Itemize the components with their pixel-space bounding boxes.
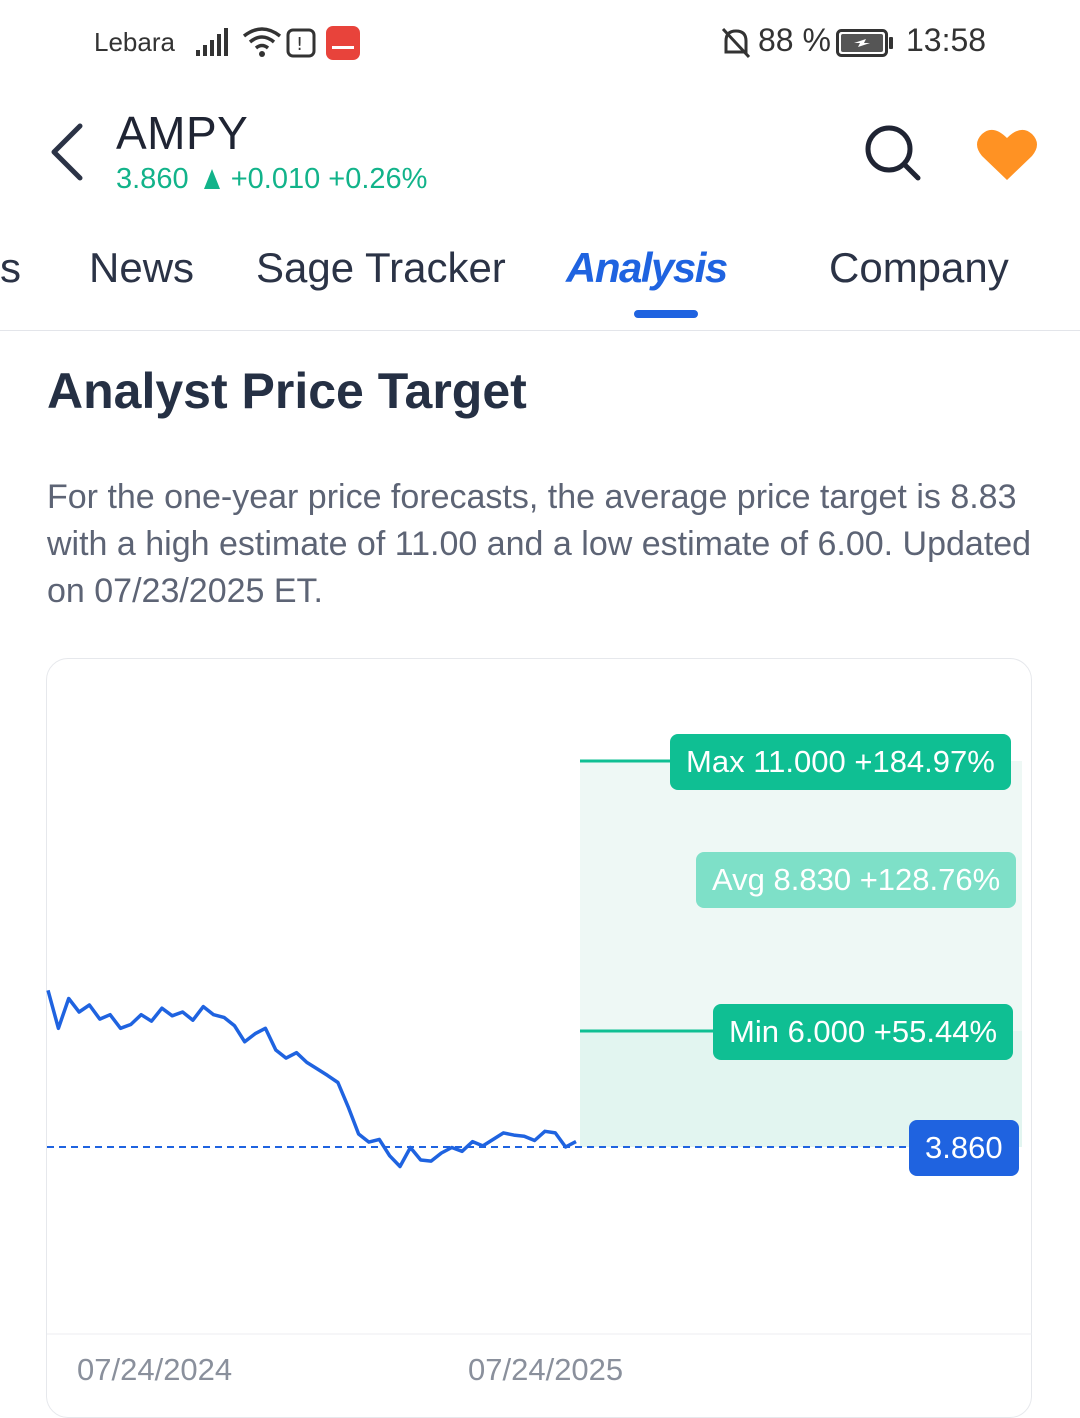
up-triangle-icon: [203, 169, 220, 189]
price-change: +0.010: [230, 163, 321, 195]
price-change-percent: +0.26%: [328, 163, 428, 195]
wifi-icon: [242, 27, 282, 57]
tab-news[interactable]: News: [89, 244, 194, 292]
tab-previous[interactable]: s: [0, 244, 21, 292]
price-quote: 3.860 +0.010 +0.26%: [116, 163, 427, 196]
tab-analysis[interactable]: Analysis: [566, 244, 728, 292]
carrier-label: Lebara: [94, 27, 175, 57]
ticker-symbol: AMPY: [116, 107, 249, 159]
back-arrow-icon[interactable]: [48, 122, 88, 182]
search-icon[interactable]: [864, 124, 922, 182]
x-tick-label: 07/24/2025: [468, 1352, 624, 1387]
avg-target-label: Avg 8.830 +128.76%: [696, 852, 1017, 908]
signal-icon: [196, 28, 228, 56]
status-bar: Lebara ! 88 % 13:58: [0, 0, 1080, 88]
notification-icon: !: [286, 28, 316, 58]
last-price: 3.860: [116, 163, 189, 195]
tabs-divider: [0, 330, 1080, 331]
huawei-appgallery-icon: [326, 26, 360, 60]
battery-icon: [836, 29, 893, 57]
battery-percent: 88 %: [758, 22, 831, 58]
section-title: Analyst Price Target: [47, 363, 527, 419]
current-price-label: 3.860: [909, 1120, 1019, 1176]
favorite-heart-icon[interactable]: [976, 126, 1038, 182]
clock: 13:58: [906, 22, 987, 58]
tab-sage-tracker[interactable]: Sage Tracker: [256, 244, 506, 292]
svg-text:!: !: [296, 34, 303, 55]
active-tab-indicator: [634, 310, 698, 318]
max-target-label: Max 11.000 +184.97%: [670, 734, 1011, 790]
mute-bell-icon: [721, 27, 751, 59]
min-target-label: Min 6.000 +55.44%: [713, 1004, 1014, 1060]
x-tick-label: 07/24/2024: [77, 1352, 233, 1387]
tab-company[interactable]: Company: [829, 244, 1009, 292]
section-description: For the one-year price forecasts, the av…: [47, 478, 1032, 610]
